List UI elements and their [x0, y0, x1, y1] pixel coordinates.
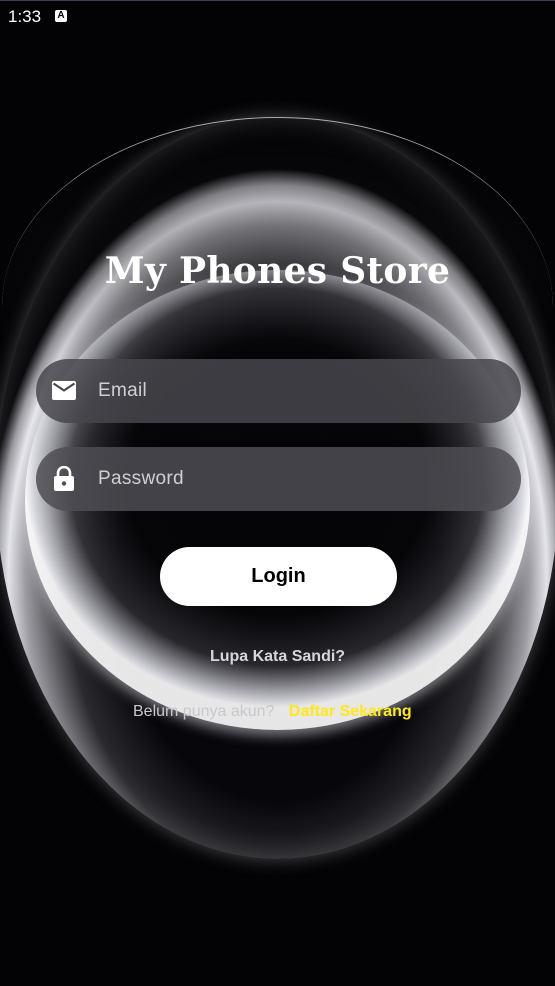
password-input[interactable]	[96, 467, 480, 491]
notification-a-icon: A	[55, 10, 67, 22]
forgot-password-link[interactable]: Lupa Kata Sandi?	[0, 648, 555, 666]
email-input[interactable]	[96, 379, 480, 403]
login-screen: 1:33 A My Phones Store Login Lupa Kata S…	[0, 0, 555, 986]
register-prompt: Belum punya akun?	[133, 703, 275, 720]
status-time: 1:33	[8, 7, 42, 26]
mail-icon	[52, 379, 76, 403]
status-bar: 1:33 A	[0, 0, 555, 31]
app-title: My Phones Store	[104, 250, 451, 292]
lock-icon	[52, 466, 76, 491]
register-row: Belum punya akun? Daftar Sekarang	[133, 703, 412, 721]
email-field[interactable]	[36, 359, 521, 423]
login-button[interactable]: Login	[160, 547, 397, 606]
register-link[interactable]: Daftar Sekarang	[289, 703, 412, 720]
password-field[interactable]	[36, 447, 521, 511]
